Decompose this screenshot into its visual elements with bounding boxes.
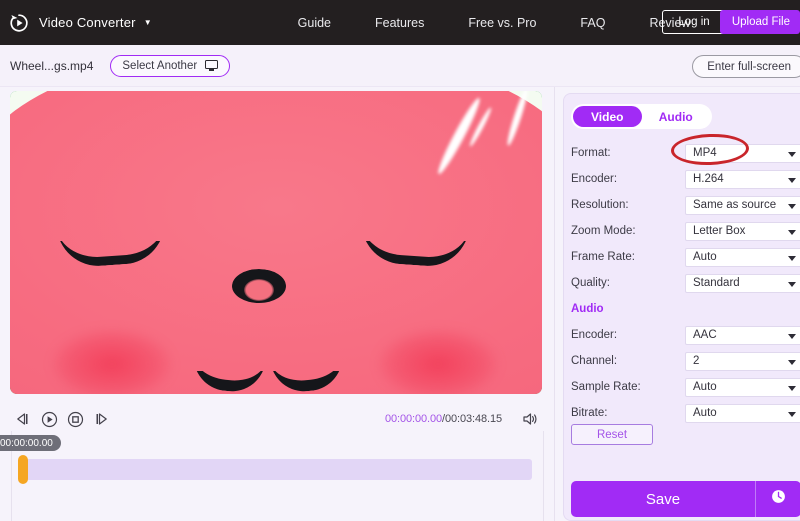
channel-select[interactable]: 2: [685, 351, 800, 371]
audio-section-title: Audio: [571, 303, 604, 315]
setting-row-encoder-video: Encoder: H.264: [571, 166, 800, 192]
watermelon-character-frame: [10, 91, 542, 394]
save-history-button[interactable]: [756, 481, 800, 517]
setting-row-zoom-mode: Zoom Mode: Letter Box: [571, 218, 800, 244]
setting-row-channel: Channel: 2: [571, 348, 800, 374]
setting-row-resolution: Resolution: Same as source: [571, 192, 800, 218]
setting-label: Resolution:: [571, 199, 629, 211]
chevron-down-icon: [788, 177, 796, 183]
chevron-down-icon[interactable]: ▼: [144, 18, 152, 27]
clock-history-icon: [771, 489, 786, 509]
tab-audio[interactable]: Audio: [642, 106, 711, 127]
timeline-time-tooltip: 00:00:00.00: [0, 435, 61, 451]
zoom-mode-select[interactable]: Letter Box: [685, 221, 800, 241]
resolution-select[interactable]: Same as source: [685, 195, 800, 215]
video-encoder-value: H.264: [693, 173, 724, 185]
setting-label: Frame Rate:: [571, 251, 635, 263]
nav-link-free-vs-pro[interactable]: Free vs. Pro: [468, 16, 536, 30]
timeline-playhead[interactable]: [18, 455, 28, 484]
setting-label: Zoom Mode:: [571, 225, 636, 237]
chevron-down-icon: [788, 151, 796, 157]
setting-label: Bitrate:: [571, 407, 608, 419]
app-root: Video Converter ▼ Guide Features Free vs…: [0, 0, 800, 521]
volume-button[interactable]: [518, 408, 542, 430]
timeline-track[interactable]: [22, 459, 532, 480]
audio-encoder-select[interactable]: AAC: [685, 325, 800, 345]
frame-rate-value: Auto: [693, 251, 717, 263]
next-frame-button[interactable]: [88, 408, 114, 430]
time-display: 00:00:00.00/00:03:48.15: [385, 413, 502, 425]
current-filename: Wheel...gs.mp4: [10, 58, 94, 73]
select-another-button[interactable]: Select Another: [110, 54, 231, 77]
chevron-down-icon: [788, 281, 796, 287]
bitrate-value: Auto: [693, 407, 717, 419]
video-encoder-select[interactable]: H.264: [685, 169, 800, 189]
setting-label: Format:: [571, 147, 611, 159]
file-toolbar: Wheel...gs.mp4 Select Another Enter full…: [0, 45, 800, 87]
settings-rows: Format: MP4 Encoder: H.264 Resolution: S…: [571, 140, 800, 426]
channel-value: 2: [693, 355, 700, 367]
format-select[interactable]: MP4: [685, 143, 800, 163]
resolution-value: Same as source: [693, 199, 777, 211]
brand-logo[interactable]: Video Converter ▼: [8, 12, 152, 34]
setting-row-format: Format: MP4: [571, 140, 800, 166]
frame-rate-select[interactable]: Auto: [685, 247, 800, 267]
setting-row-bitrate: Bitrate: Auto: [571, 400, 800, 426]
video-preview[interactable]: [10, 91, 542, 394]
setting-label: Channel:: [571, 355, 618, 367]
setting-row-frame-rate: Frame Rate: Auto: [571, 244, 800, 270]
stop-button[interactable]: [62, 408, 88, 430]
previous-frame-button[interactable]: [10, 408, 36, 430]
chevron-down-icon: [788, 411, 796, 417]
nav-link-features[interactable]: Features: [375, 16, 424, 30]
chevron-down-icon: [788, 385, 796, 391]
zoom-mode-value: Letter Box: [693, 225, 746, 237]
playback-controls: 00:00:00.00/00:03:48.15: [10, 405, 542, 433]
settings-panel: Video Audio Format: MP4 Encoder: H.264 R…: [563, 93, 800, 521]
setting-label: Sample Rate:: [571, 381, 641, 393]
setting-label: Encoder:: [571, 173, 618, 185]
chevron-down-icon: [788, 229, 796, 235]
save-button[interactable]: Save: [571, 481, 755, 517]
play-button[interactable]: [36, 408, 62, 430]
current-time: 00:00:00.00: [385, 413, 443, 425]
timeline-right-rule: [543, 431, 544, 521]
chevron-down-icon: [788, 359, 796, 365]
brand-name: Video Converter: [39, 15, 136, 30]
video-player: 00:00:00.00/00:03:48.15 00:00:00.00: [0, 87, 555, 521]
setting-row-quality: Quality: Standard: [571, 270, 800, 296]
audio-encoder-value: AAC: [693, 329, 717, 341]
timeline[interactable]: 00:00:00.00: [0, 431, 555, 521]
format-value: MP4: [693, 147, 717, 159]
chevron-down-icon: [788, 255, 796, 261]
nav-link-faq[interactable]: FAQ: [580, 16, 605, 30]
reset-button[interactable]: Reset: [571, 424, 653, 445]
setting-row-sample-rate: Sample Rate: Auto: [571, 374, 800, 400]
tab-video[interactable]: Video: [573, 106, 642, 127]
panel-divider: [554, 87, 555, 521]
login-button[interactable]: Log in: [662, 10, 726, 34]
total-time: 00:03:48.15: [444, 413, 502, 425]
quality-value: Standard: [693, 277, 740, 289]
sample-rate-select[interactable]: Auto: [685, 377, 800, 397]
nav-links: Guide Features Free vs. Pro FAQ Review: [298, 16, 691, 30]
bitrate-select[interactable]: Auto: [685, 403, 800, 423]
top-navigation-bar: Video Converter ▼ Guide Features Free vs…: [0, 0, 800, 45]
monitor-icon: [205, 60, 219, 71]
setting-label: Encoder:: [571, 329, 618, 341]
quality-select[interactable]: Standard: [685, 273, 800, 293]
upload-file-button[interactable]: Upload File: [719, 10, 800, 34]
sample-rate-value: Auto: [693, 381, 717, 393]
setting-label: Quality:: [571, 277, 610, 289]
select-another-label: Select Another: [122, 59, 198, 72]
format-tabs: Video Audio: [571, 104, 712, 129]
chevron-down-icon: [788, 333, 796, 339]
setting-row-encoder-audio: Encoder: AAC: [571, 322, 800, 348]
nav-link-guide[interactable]: Guide: [298, 16, 331, 30]
chevron-down-icon: [788, 203, 796, 209]
save-button-group: Save: [571, 481, 800, 517]
enter-fullscreen-button[interactable]: Enter full-screen: [692, 55, 800, 78]
play-circle-refresh-logo-icon: [8, 12, 30, 34]
